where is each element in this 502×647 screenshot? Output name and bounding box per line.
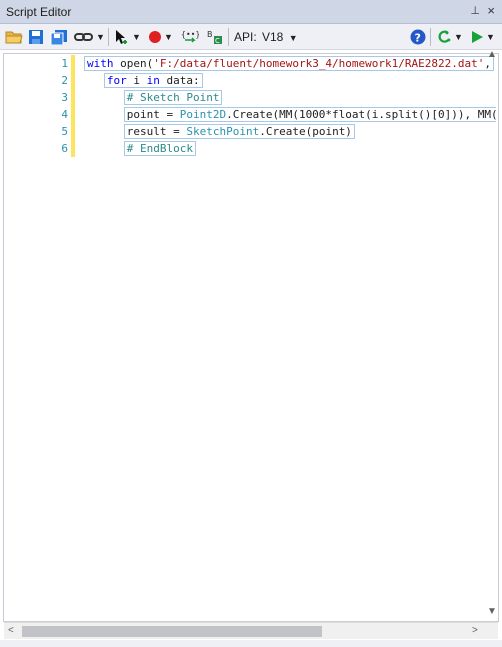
svg-text:B: B xyxy=(207,30,213,39)
code-line[interactable]: # EndBlock xyxy=(84,140,196,157)
window-title: Script Editor xyxy=(6,5,72,19)
refresh-icon[interactable]: ▼ xyxy=(436,28,463,46)
code-block: # EndBlock xyxy=(123,141,196,156)
code-token: 'F:/data/fluent/homework3_4/homework1/RA… xyxy=(153,57,485,70)
horizontal-scrollbar[interactable]: < > xyxy=(4,622,498,639)
code-token: .Create(MM(1000*float(i.split()[0])), MM… xyxy=(226,108,496,121)
line-number: 6 xyxy=(61,142,68,155)
code-token: in xyxy=(146,74,160,87)
record-icon[interactable]: ▼ xyxy=(148,28,173,46)
svg-text:C: C xyxy=(215,37,220,45)
toolbar: ▼ ▼ ▼ {••} BC API: V18 ▼ ? ▼ ▼ xyxy=(0,24,502,50)
chevron-down-icon[interactable]: ▼ xyxy=(96,32,105,42)
code-token: for xyxy=(106,74,127,87)
pin-icon[interactable]: ⊥ xyxy=(470,4,480,17)
code-block: point = Point2D.Create(MM(1000*float(i.s… xyxy=(123,107,496,122)
code-token: # EndBlock xyxy=(126,142,193,155)
scroll-left-icon[interactable]: < xyxy=(8,625,14,636)
horizontal-scroll-thumb[interactable] xyxy=(22,626,322,637)
scroll-up-icon[interactable]: ▲ xyxy=(487,49,497,60)
save-icon[interactable] xyxy=(28,28,44,46)
svg-text:?: ? xyxy=(415,32,421,45)
chevron-down-icon[interactable]: ▼ xyxy=(454,32,463,42)
code-block: for i in data: xyxy=(103,73,203,88)
code-line[interactable]: point = Point2D.Create(MM(1000*float(i.s… xyxy=(84,106,496,123)
code-block: with open('F:/data/fluent/homework3_4/ho… xyxy=(84,56,495,71)
block-icon[interactable]: {••} xyxy=(181,28,199,46)
convert-icon[interactable]: BC xyxy=(207,28,223,46)
close-icon[interactable]: × xyxy=(487,3,495,18)
toolbar-separator xyxy=(228,28,229,46)
code-block: # Sketch Point xyxy=(123,90,223,105)
vertical-scrollbar[interactable]: ▲ ▼ xyxy=(485,49,499,620)
scroll-down-icon[interactable]: ▼ xyxy=(487,606,497,617)
toolbar-separator xyxy=(108,28,109,46)
toolbar-separator xyxy=(430,28,431,46)
api-version-select[interactable]: V18 ▼ xyxy=(262,30,298,44)
chevron-down-icon[interactable]: ▼ xyxy=(289,33,298,43)
line-number: 2 xyxy=(61,74,68,87)
line-number-gutter: 1 2 3 4 5 6 xyxy=(4,54,75,621)
scroll-right-icon[interactable]: > xyxy=(472,625,478,636)
code-token: Point2D xyxy=(179,108,227,121)
line-number: 4 xyxy=(61,108,68,121)
code-block: result = SketchPoint.Create(point) xyxy=(123,124,355,139)
code-token: i xyxy=(126,74,147,87)
api-version-value: V18 xyxy=(262,30,284,44)
run-icon[interactable]: ▼ xyxy=(471,28,495,46)
line-number: 5 xyxy=(61,125,68,138)
code-token: SketchPoint xyxy=(186,125,260,138)
code-token: .Create(point) xyxy=(259,125,352,138)
code-token: # Sketch Point xyxy=(126,91,220,104)
title-bar: Script Editor ⊥ × xyxy=(0,0,502,24)
change-marker xyxy=(71,55,75,157)
code-token: data: xyxy=(159,74,200,87)
select-pointer-icon[interactable]: ▼ xyxy=(114,28,141,46)
line-number: 1 xyxy=(61,57,68,70)
open-folder-icon[interactable] xyxy=(5,28,23,46)
chevron-down-icon[interactable]: ▼ xyxy=(132,32,141,42)
code-line[interactable]: for i in data: xyxy=(84,72,203,89)
link-icon[interactable]: ▼ xyxy=(74,28,105,46)
api-label: API: xyxy=(234,30,257,44)
code-line[interactable]: # Sketch Point xyxy=(84,89,223,106)
code-editor[interactable]: 1 2 3 4 5 6 with open('F:/data/fluent/homewor… xyxy=(3,53,499,622)
code-line[interactable]: with open('F:/data/fluent/homework3_4/ho… xyxy=(84,55,495,72)
code-token: open( xyxy=(113,57,154,70)
chevron-down-icon[interactable]: ▼ xyxy=(486,32,495,42)
code-token: result = xyxy=(126,125,187,138)
code-token: point = xyxy=(126,108,180,121)
code-line[interactable]: result = SketchPoint.Create(point) xyxy=(84,123,355,140)
line-number: 3 xyxy=(61,91,68,104)
status-bar xyxy=(0,640,502,647)
chevron-down-icon[interactable]: ▼ xyxy=(164,32,173,42)
code-area[interactable]: with open('F:/data/fluent/homework3_4/ho… xyxy=(84,54,496,621)
code-token: with xyxy=(87,57,114,70)
help-icon[interactable]: ? xyxy=(410,28,426,46)
svg-text:{••}: {••} xyxy=(181,30,199,39)
save-as-icon[interactable] xyxy=(50,28,68,46)
